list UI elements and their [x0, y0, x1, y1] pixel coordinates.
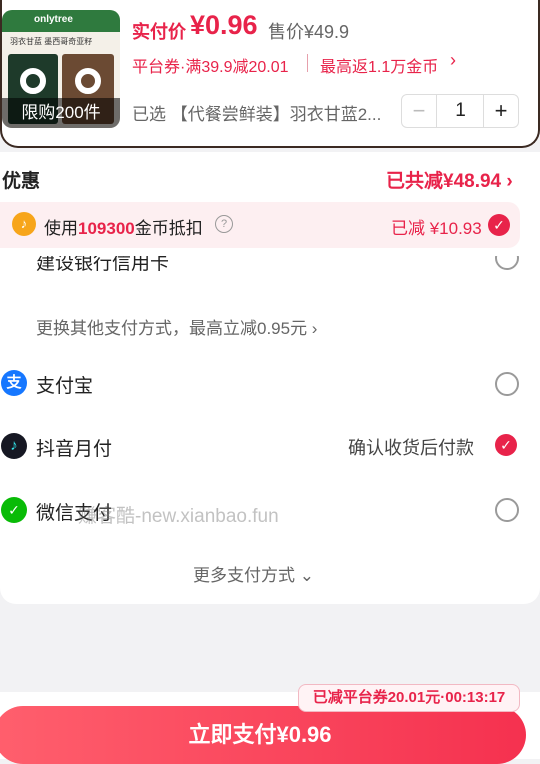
wechat-pay-radio[interactable] [495, 498, 519, 522]
pay-price: ¥0.96 [190, 10, 258, 40]
douyin-pay-icon: ♪ [1, 433, 27, 459]
divider [307, 54, 308, 72]
decrement-button[interactable]: − [402, 95, 436, 127]
douyin-pay-label[interactable]: 抖音月付 [36, 434, 112, 461]
coin-amount: 109300 [78, 219, 135, 238]
thumb-subtitle: 羽衣甘蓝 墨西哥奇亚籽 [10, 37, 93, 46]
bank-card-option[interactable]: 建设银行信用卡 [0, 256, 540, 278]
platform-coupon[interactable]: 平台券·满39.9减20.01 [132, 53, 289, 77]
pay-now-button[interactable]: 立即支付¥0.96 [0, 706, 526, 764]
douyin-pay-radio[interactable]: ✓ [495, 434, 517, 456]
coin-deduct-amount: 已减 ¥10.93 [391, 219, 482, 238]
bank-card-radio[interactable] [495, 256, 519, 270]
quantity-value[interactable]: 1 [437, 95, 484, 127]
coin-checkbox[interactable]: ✓ [488, 214, 510, 236]
pay-label: 实付价 [132, 22, 186, 42]
limit-badge: 限购200件 [2, 98, 120, 128]
watermark: 赚客酷-new.xianbao.fun [78, 506, 279, 527]
douyin-pay-note: 确认收货后付款 [348, 438, 474, 458]
original-price: 售价¥49.9 [268, 22, 350, 42]
discount-total[interactable]: 已共减¥48.94 › [386, 166, 513, 193]
quantity-stepper: − 1 + [401, 94, 519, 128]
switch-payment-link[interactable]: 更换其他支付方式，最高立减0.95元 › [36, 314, 317, 339]
wechat-pay-icon: ✓ [1, 497, 27, 523]
more-payment-methods[interactable]: 更多支付方式 ⌄ [193, 561, 314, 586]
coupon-timer-badge: 已减平台券20.01元·00:13:17 [298, 684, 520, 712]
help-icon[interactable]: ? [215, 215, 233, 233]
alipay-icon: 支 [1, 370, 27, 396]
alipay-radio[interactable] [495, 372, 519, 396]
bank-card-label: 建设银行信用卡 [36, 256, 170, 274]
coin-cashback[interactable]: 最高返1.1万金币 [320, 53, 438, 77]
douyin-coin-icon: ♪ [12, 212, 36, 236]
chevron-right-icon[interactable]: › [450, 50, 456, 71]
discount-title: 优惠 [2, 171, 41, 192]
increment-button[interactable]: + [484, 95, 518, 127]
coin-deduct-text: 使用109300金币抵扣 [44, 219, 203, 238]
selected-variant[interactable]: 已选 【代餐尝鲜装】羽衣甘蓝2... [132, 100, 394, 125]
brand-logo: onlytree [34, 14, 73, 25]
alipay-label[interactable]: 支付宝 [36, 371, 93, 398]
